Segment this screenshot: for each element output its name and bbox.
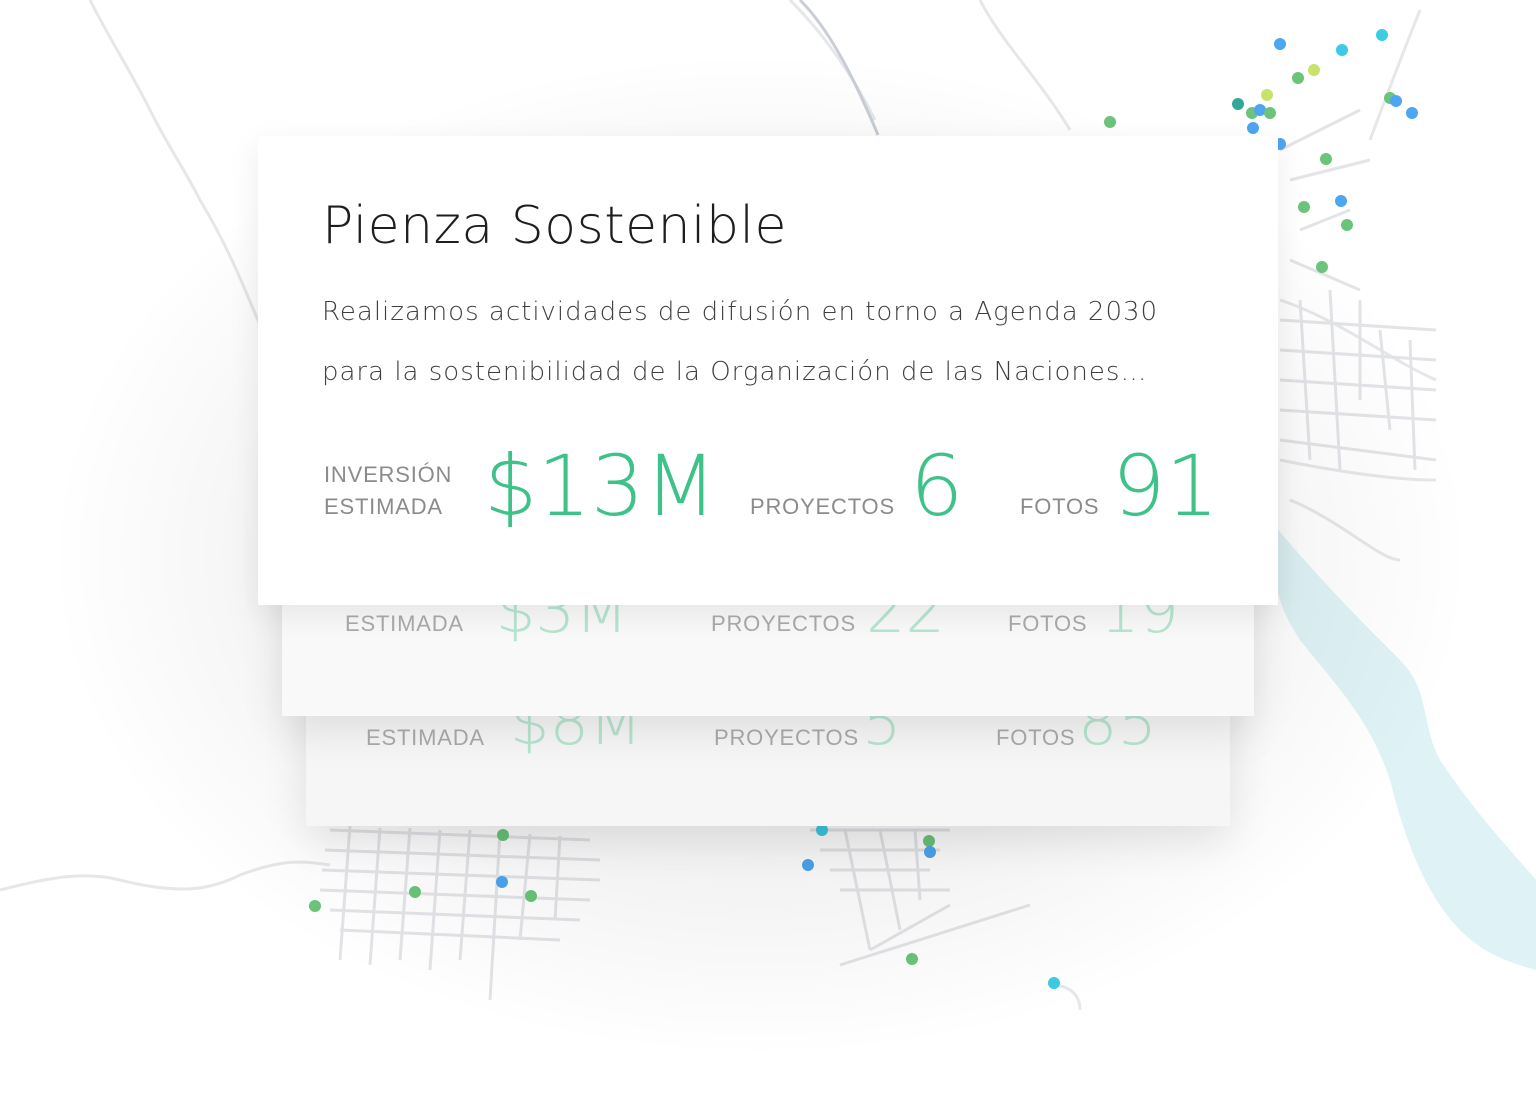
map-marker-icon xyxy=(1247,122,1259,134)
investment-label: ESTIMADA xyxy=(345,611,464,636)
projects-value: 6 xyxy=(910,437,964,535)
map-marker-icon xyxy=(1320,153,1332,165)
city-grid-right xyxy=(1279,108,1437,471)
map-marker-icon xyxy=(1376,29,1388,41)
description-line-1: Realizamos actividades de difusión en to… xyxy=(322,297,1159,327)
photos-value: 91 xyxy=(1112,437,1219,535)
project-title: Pienza Sostenible xyxy=(322,196,787,256)
map-marker-icon xyxy=(1336,44,1348,56)
project-card[interactable]: Pienza Sostenible Realizamos actividades… xyxy=(258,136,1278,605)
map-marker-icon xyxy=(1292,72,1304,84)
investment-value: $13M xyxy=(484,437,717,535)
map-marker-icon xyxy=(309,900,321,912)
map-marker-icon xyxy=(1261,89,1273,101)
map-marker-icon xyxy=(1274,38,1286,50)
highlighted-road xyxy=(798,0,880,136)
projects-label: PROYECTOS xyxy=(711,611,856,636)
map-marker-icon xyxy=(525,890,537,902)
map-marker-icon xyxy=(1316,261,1328,273)
map-marker-icon xyxy=(1406,107,1418,119)
map-marker-icon xyxy=(1264,107,1276,119)
map-marker-icon xyxy=(802,859,814,871)
map-marker-icon xyxy=(1341,219,1353,231)
map-marker-icon xyxy=(1335,195,1347,207)
river xyxy=(1270,520,1536,970)
investment-label-line-1: INVERSIÓN xyxy=(324,462,453,487)
map-marker-icon xyxy=(496,876,508,888)
map-marker-icon xyxy=(1232,98,1244,110)
map-marker-icon xyxy=(497,829,509,841)
photos-label: FOTOS xyxy=(996,725,1076,750)
map-marker-icon xyxy=(1298,201,1310,213)
map-marker-icon xyxy=(1308,64,1320,76)
photos-label: FOTOS xyxy=(1020,494,1100,519)
photos-label: FOTOS xyxy=(1008,611,1088,636)
map-marker-icon xyxy=(924,846,936,858)
map-marker-icon xyxy=(409,886,421,898)
city-grid-left xyxy=(319,825,601,1001)
project-description: Realizamos actividades de difusión en to… xyxy=(322,282,1222,402)
investment-label: ESTIMADA xyxy=(366,725,485,750)
city-grid-center xyxy=(810,828,1031,967)
description-line-2: para la sostenibilidad de la Organizació… xyxy=(322,357,1148,387)
map-marker-icon xyxy=(923,835,935,847)
map-marker-icon xyxy=(1048,977,1060,989)
projects-label: PROYECTOS xyxy=(750,494,895,519)
projects-label: PROYECTOS xyxy=(714,725,859,750)
map-marker-icon xyxy=(906,953,918,965)
map-marker-icon xyxy=(1104,116,1116,128)
investment-label-line-2: ESTIMADA xyxy=(324,494,443,519)
map-marker-icon xyxy=(1390,95,1402,107)
